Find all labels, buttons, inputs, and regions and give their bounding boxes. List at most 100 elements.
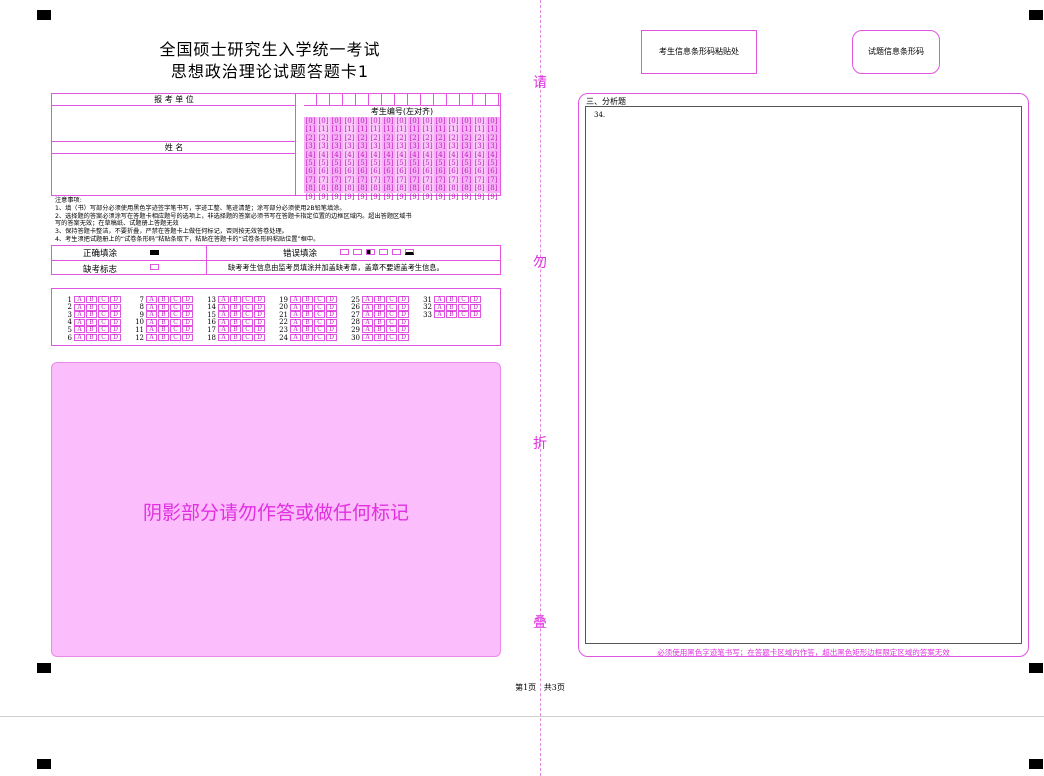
choice-bubble[interactable]: C bbox=[458, 311, 469, 319]
digit-bubble[interactable]: [6] bbox=[356, 167, 369, 175]
digit-bubble[interactable]: [8] bbox=[317, 184, 330, 192]
digit-bubble[interactable]: [8] bbox=[447, 184, 460, 192]
digit-bubble[interactable]: [6] bbox=[330, 167, 343, 175]
digit-bubble[interactable]: [4] bbox=[382, 151, 395, 159]
digit-bubble[interactable]: [2] bbox=[473, 134, 486, 142]
digit-bubble[interactable]: [6] bbox=[317, 167, 330, 175]
digit-column[interactable]: [0] [1] [2] [3] [4] [5] [6] [7] [8] [9] bbox=[473, 117, 486, 201]
choice-bubble[interactable]: A bbox=[74, 318, 85, 326]
choice-bubble[interactable]: A bbox=[290, 296, 301, 303]
choice-bubble[interactable]: C bbox=[386, 303, 397, 311]
digit-bubble[interactable]: [8] bbox=[382, 184, 395, 192]
absent-checkbox[interactable] bbox=[150, 264, 159, 270]
choice-bubble[interactable]: C bbox=[242, 326, 253, 334]
digit-column[interactable]: [0] [1] [2] [3] [4] [5] [6] [7] [8] [9] bbox=[408, 117, 421, 201]
digit-bubble[interactable]: [8] bbox=[395, 184, 408, 192]
digit-bubble[interactable]: [3] bbox=[382, 142, 395, 150]
digit-bubble[interactable]: [8] bbox=[421, 184, 434, 192]
digit-bubble[interactable]: [3] bbox=[356, 142, 369, 150]
digit-bubble[interactable]: [0] bbox=[317, 117, 330, 125]
digit-column[interactable]: [0] [1] [2] [3] [4] [5] [6] [7] [8] [9] bbox=[421, 117, 434, 201]
digit-bubble[interactable]: [4] bbox=[434, 151, 447, 159]
digit-bubble[interactable]: [6] bbox=[486, 167, 499, 175]
choice-bubble[interactable]: A bbox=[290, 311, 301, 319]
digit-bubble[interactable]: [0] bbox=[330, 117, 343, 125]
digit-bubble[interactable]: [7] bbox=[382, 176, 395, 184]
digit-bubble[interactable]: [7] bbox=[304, 176, 317, 184]
unit-field[interactable] bbox=[52, 106, 296, 142]
choice-bubble[interactable]: A bbox=[146, 334, 157, 341]
choice-bubble[interactable]: C bbox=[314, 311, 325, 319]
digit-bubble[interactable]: [3] bbox=[408, 142, 421, 150]
digit-column[interactable]: [0] [1] [2] [3] [4] [5] [6] [7] [8] [9] bbox=[447, 117, 460, 201]
digit-bubble[interactable]: [2] bbox=[356, 134, 369, 142]
digit-bubble[interactable]: [7] bbox=[460, 176, 473, 184]
choice-bubble[interactable]: D bbox=[182, 334, 193, 341]
digit-bubble[interactable]: [1] bbox=[473, 125, 486, 133]
choice-bubble[interactable]: A bbox=[362, 311, 373, 319]
digit-bubble[interactable]: [3] bbox=[473, 142, 486, 150]
digit-bubble[interactable]: [4] bbox=[408, 151, 421, 159]
digit-bubble[interactable]: [3] bbox=[369, 142, 382, 150]
digit-bubble[interactable]: [2] bbox=[460, 134, 473, 142]
choice-bubble[interactable]: A bbox=[218, 334, 229, 341]
choice-bubble[interactable]: C bbox=[170, 318, 181, 326]
choice-bubble[interactable]: B bbox=[158, 311, 169, 319]
digit-bubble[interactable]: [5] bbox=[473, 159, 486, 167]
choice-bubble[interactable]: B bbox=[86, 303, 97, 311]
choice-bubble[interactable]: A bbox=[218, 311, 229, 319]
digit-bubble[interactable]: [4] bbox=[369, 151, 382, 159]
choice-bubble[interactable]: C bbox=[242, 318, 253, 326]
digit-bubble[interactable]: [8] bbox=[486, 184, 499, 192]
choice-bubble[interactable]: D bbox=[398, 303, 409, 311]
digit-bubble[interactable]: [3] bbox=[330, 142, 343, 150]
digit-bubble[interactable]: [0] bbox=[447, 117, 460, 125]
choice-bubble[interactable]: B bbox=[230, 311, 241, 319]
choice-bubble[interactable]: C bbox=[170, 296, 181, 303]
choice-bubble[interactable]: B bbox=[302, 318, 313, 326]
choice-bubble[interactable]: B bbox=[86, 311, 97, 319]
choice-bubble[interactable]: D bbox=[326, 318, 337, 326]
choice-bubble[interactable]: D bbox=[254, 326, 265, 334]
choice-bubble[interactable]: A bbox=[74, 296, 85, 303]
choice-bubble[interactable]: C bbox=[386, 326, 397, 334]
choice-bubble[interactable]: D bbox=[254, 296, 265, 303]
choice-bubble[interactable]: D bbox=[398, 326, 409, 334]
choice-bubble[interactable]: A bbox=[74, 311, 85, 319]
choice-bubble[interactable]: B bbox=[230, 334, 241, 341]
choice-bubble[interactable]: C bbox=[98, 311, 109, 319]
digit-bubble[interactable]: [2] bbox=[304, 134, 317, 142]
digit-bubble[interactable]: [8] bbox=[408, 184, 421, 192]
choice-bubble[interactable]: B bbox=[446, 303, 457, 311]
digit-bubble[interactable]: [1] bbox=[304, 125, 317, 133]
choice-bubble[interactable]: A bbox=[290, 334, 301, 341]
digit-bubble[interactable]: [0] bbox=[369, 117, 382, 125]
choice-bubble[interactable]: D bbox=[182, 303, 193, 311]
digit-bubble[interactable]: [4] bbox=[304, 151, 317, 159]
choice-bubble[interactable]: B bbox=[374, 303, 385, 311]
choice-bubble[interactable]: C bbox=[314, 334, 325, 341]
digit-bubble[interactable]: [2] bbox=[369, 134, 382, 142]
choice-bubble[interactable]: D bbox=[398, 318, 409, 326]
digit-bubble[interactable]: [7] bbox=[369, 176, 382, 184]
choice-bubble[interactable]: C bbox=[98, 326, 109, 334]
choice-bubble[interactable]: A bbox=[146, 296, 157, 303]
digit-bubble[interactable]: [5] bbox=[317, 159, 330, 167]
choice-bubble[interactable]: C bbox=[98, 303, 109, 311]
digit-bubble[interactable]: [2] bbox=[343, 134, 356, 142]
choice-bubble[interactable]: A bbox=[434, 311, 445, 319]
choice-bubble[interactable]: C bbox=[98, 296, 109, 303]
choice-bubble[interactable]: A bbox=[218, 326, 229, 334]
choice-bubble[interactable]: B bbox=[158, 303, 169, 311]
digit-bubble[interactable]: [6] bbox=[395, 167, 408, 175]
digit-bubble[interactable]: [6] bbox=[460, 167, 473, 175]
choice-bubble[interactable]: A bbox=[434, 296, 445, 303]
digit-bubble[interactable]: [3] bbox=[317, 142, 330, 150]
digit-bubble[interactable]: [0] bbox=[408, 117, 421, 125]
digit-bubble[interactable]: [0] bbox=[304, 117, 317, 125]
digit-bubble[interactable]: [6] bbox=[343, 167, 356, 175]
digit-bubble[interactable]: [4] bbox=[343, 151, 356, 159]
choice-bubble[interactable]: B bbox=[158, 318, 169, 326]
digit-bubble[interactable]: [5] bbox=[304, 159, 317, 167]
choice-bubble[interactable]: A bbox=[218, 303, 229, 311]
